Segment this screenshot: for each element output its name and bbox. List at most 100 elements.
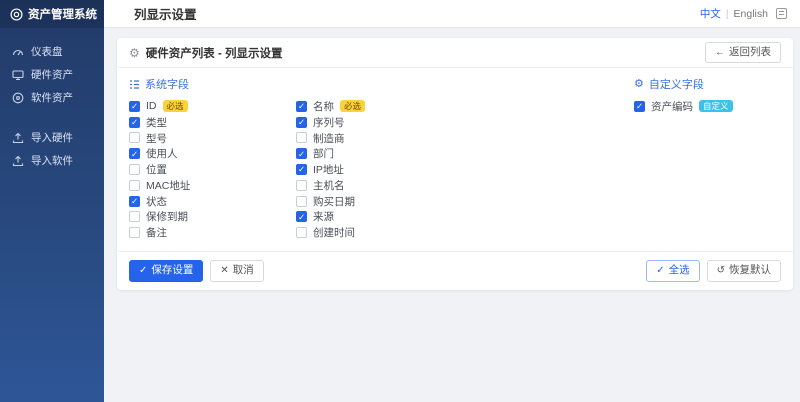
upload-icon <box>12 155 24 167</box>
sidebar: 资产管理系统 仪表盘 硬件资产 软件资产 导入硬件 导入软件 <box>0 0 104 402</box>
checkbox[interactable]: ✓ <box>129 116 140 128</box>
hardware-icon <box>12 69 24 81</box>
field-label: 制造商 <box>313 132 345 145</box>
checkbox[interactable] <box>129 227 140 239</box>
sidebar-item-hardware-assets[interactable]: 硬件资产 <box>0 63 104 86</box>
sidebar-item-software-assets[interactable]: 软件资产 <box>0 86 104 109</box>
checkbox[interactable]: ✓ <box>296 164 307 176</box>
system-fields-grid: ✓ ID 必选 ✓ 类型 型号 ✓ 使用人 位置 MAC地址 ✓ 状态 保修到期 备注 ✓ 名称 必选 ✓ 序列号… <box>129 99 463 241</box>
checkbox[interactable] <box>129 164 140 176</box>
field-row: ✓ 部门 <box>296 146 463 161</box>
checkbox[interactable]: ✓ <box>634 100 645 112</box>
reset-icon: ↺ <box>716 264 725 276</box>
field-row: 型号 <box>129 131 296 146</box>
field-label: MAC地址 <box>146 179 191 192</box>
field-label: 主机名 <box>313 179 345 192</box>
field-label: 类型 <box>146 116 167 129</box>
field-label: 使用人 <box>146 148 178 161</box>
field-row: ✓ 类型 <box>129 115 296 130</box>
field-label: 创建时间 <box>313 227 355 240</box>
lang-chinese-link[interactable]: 中文 <box>700 6 721 21</box>
sidebar-item-label: 硬件资产 <box>31 69 73 81</box>
sidebar-item-label: 仪表盘 <box>31 46 63 58</box>
checkbox[interactable]: ✓ <box>129 148 140 160</box>
field-row: 创建时间 <box>296 225 463 240</box>
field-row: ✓ 资产编码 自定义 <box>634 99 733 114</box>
system-fields-col-1: ✓ ID 必选 ✓ 类型 型号 ✓ 使用人 位置 MAC地址 ✓ 状态 保修到期 备注 <box>129 99 296 241</box>
field-row: ✓ ID 必选 <box>129 99 296 114</box>
gear-icon: ⚙ <box>634 77 644 90</box>
field-label: 型号 <box>146 132 167 145</box>
sidebar-menu: 仪表盘 硬件资产 软件资产 导入硬件 导入软件 <box>0 28 104 172</box>
field-label: 部门 <box>313 148 334 161</box>
field-row: ✓ 名称 必选 <box>296 99 463 114</box>
checkbox[interactable]: ✓ <box>296 100 307 112</box>
field-row: 位置 <box>129 162 296 177</box>
field-label: 保修到期 <box>146 211 188 224</box>
custom-fields-list: ✓ 资产编码 自定义 <box>634 99 733 114</box>
sidebar-item-label: 导入硬件 <box>31 132 73 144</box>
save-settings-button[interactable]: ✓ 保存设置 <box>129 260 204 282</box>
system-fields-section: 系统字段 ✓ ID 必选 ✓ 类型 型号 ✓ 使用人 位置 MAC地址 ✓ 状态 保修到期 备注 ✓ 名称必… <box>129 76 463 241</box>
field-badge: 自定义 <box>699 100 733 113</box>
checkbox[interactable] <box>296 132 307 144</box>
lang-divider: | <box>725 7 729 20</box>
checkbox[interactable] <box>296 227 307 239</box>
language-switcher: 中文 | English <box>700 6 787 21</box>
card-footer: ✓ 保存设置 ✕ 取消 ✓ 全选 ↺ 恢复默认 <box>117 251 793 290</box>
field-row: ✓ 序列号 <box>296 115 463 130</box>
software-icon <box>12 92 24 104</box>
custom-fields-title: 自定义字段 <box>648 79 704 91</box>
field-label: 备注 <box>146 227 167 240</box>
footer-right-actions: ✓ 全选 ↺ 恢复默认 <box>646 260 781 282</box>
checkbox[interactable]: ✓ <box>129 100 140 112</box>
field-row: ✓ 状态 <box>129 194 296 209</box>
field-label: 来源 <box>313 211 334 224</box>
sidebar-item-import-software[interactable]: 导入软件 <box>0 149 104 172</box>
card-title: 硬件资产列表 - 列显示设置 <box>145 47 283 60</box>
sidebar-item-import-hardware[interactable]: 导入硬件 <box>0 126 104 149</box>
field-row: ✓ 使用人 <box>129 146 296 161</box>
back-to-list-button[interactable]: ← 返回列表 <box>705 41 781 64</box>
field-row: 备注 <box>129 225 296 240</box>
sidebar-item-label: 软件资产 <box>31 92 73 104</box>
field-label: 序列号 <box>313 116 345 129</box>
logo-icon <box>10 7 23 21</box>
sidebar-item-dashboard[interactable]: 仪表盘 <box>0 40 104 63</box>
select-all-button[interactable]: ✓ 全选 <box>646 260 700 282</box>
checkbox[interactable] <box>129 211 140 223</box>
settings-card: ⚙ 硬件资产列表 - 列显示设置 ← 返回列表 系统字段 ✓ ID 必选 ✓ 类… <box>117 38 793 290</box>
system-fields-header: 系统字段 <box>129 76 463 92</box>
field-row: ✓ IP地址 <box>296 162 463 177</box>
field-badge: 必选 <box>162 100 188 113</box>
lang-english-link[interactable]: English <box>734 8 768 20</box>
custom-fields-section: ⚙ 自定义字段 ✓ 资产编码 自定义 <box>634 76 733 241</box>
content: ⚙ 硬件资产列表 - 列显示设置 ← 返回列表 系统字段 ✓ ID 必选 ✓ 类… <box>104 28 800 402</box>
checkbox[interactable]: ✓ <box>296 211 307 223</box>
field-label: 资产编码 <box>651 100 693 113</box>
field-badge: 必选 <box>340 100 366 113</box>
checkbox[interactable] <box>296 179 307 191</box>
list-icon <box>129 79 140 90</box>
card-body: 系统字段 ✓ ID 必选 ✓ 类型 型号 ✓ 使用人 位置 MAC地址 ✓ 状态 保修到期 备注 ✓ 名称必… <box>117 68 793 251</box>
menu-group-divider <box>0 109 104 126</box>
checkbox[interactable]: ✓ <box>296 148 307 160</box>
footer-left-actions: ✓ 保存设置 ✕ 取消 <box>129 260 264 282</box>
dashboard-icon <box>12 46 24 58</box>
check-icon: ✓ <box>139 264 148 276</box>
checkbox[interactable]: ✓ <box>129 195 140 207</box>
main-area: 列显示设置 中文 | English ⚙ 硬件资产列表 - 列显示设置 ← 返回… <box>104 0 800 402</box>
field-label: IP地址 <box>313 164 344 177</box>
checkbox[interactable]: ✓ <box>296 116 307 128</box>
arrow-left-icon: ← <box>715 46 725 58</box>
checkbox[interactable] <box>296 195 307 207</box>
app-root: 资产管理系统 仪表盘 硬件资产 软件资产 导入硬件 导入软件 列显示设置 中文 … <box>0 0 800 402</box>
cancel-button[interactable]: ✕ 取消 <box>210 260 264 282</box>
restore-default-button[interactable]: ↺ 恢复默认 <box>706 260 781 282</box>
checkbox[interactable] <box>129 132 140 144</box>
docs-icon[interactable] <box>776 8 787 19</box>
card-header: ⚙ 硬件资产列表 - 列显示设置 ← 返回列表 <box>117 38 793 68</box>
custom-fields-header: ⚙ 自定义字段 <box>634 76 733 92</box>
field-label: 名称 <box>313 100 334 113</box>
checkbox[interactable] <box>129 179 140 191</box>
